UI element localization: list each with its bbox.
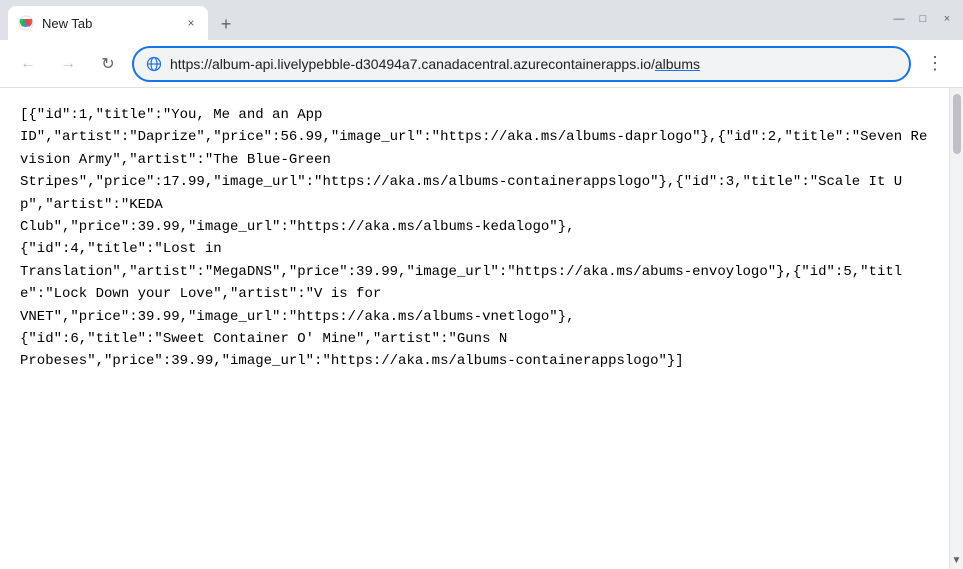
chrome-favicon-icon: [18, 15, 34, 31]
title-bar: New Tab × + — □ ×: [0, 0, 963, 40]
browser-menu-button[interactable]: ⋮: [919, 48, 951, 80]
back-button[interactable]: ←: [12, 48, 44, 80]
tab-strip: New Tab × +: [8, 0, 887, 40]
forward-button[interactable]: →: [52, 48, 84, 80]
window-controls: — □ ×: [891, 11, 955, 29]
toolbar: ← → ↻ https://album-api.livelypebble-d30…: [0, 40, 963, 88]
url-display: https://album-api.livelypebble-d30494a7.…: [170, 56, 700, 72]
minimize-button[interactable]: —: [891, 11, 907, 27]
scrollbar[interactable]: ▼: [949, 88, 963, 569]
tab-title: New Tab: [42, 16, 174, 31]
active-tab[interactable]: New Tab ×: [8, 6, 208, 40]
json-response-body: [{"id":1,"title":"You, Me and an App ID"…: [0, 88, 949, 569]
maximize-button[interactable]: □: [915, 11, 931, 27]
reload-button[interactable]: ↻: [92, 48, 124, 80]
url-plain-part: https://album-api.livelypebble-d30494a7.…: [170, 56, 655, 72]
scroll-down-arrow[interactable]: ▼: [950, 553, 963, 567]
url-path-part: albums: [655, 56, 700, 72]
address-bar[interactable]: https://album-api.livelypebble-d30494a7.…: [132, 46, 911, 82]
close-window-button[interactable]: ×: [939, 11, 955, 27]
security-icon: [146, 56, 162, 72]
tab-close-button[interactable]: ×: [182, 14, 200, 32]
content-area: [{"id":1,"title":"You, Me and an App ID"…: [0, 88, 963, 569]
scrollbar-thumb[interactable]: [953, 94, 961, 154]
new-tab-button[interactable]: +: [212, 10, 240, 38]
